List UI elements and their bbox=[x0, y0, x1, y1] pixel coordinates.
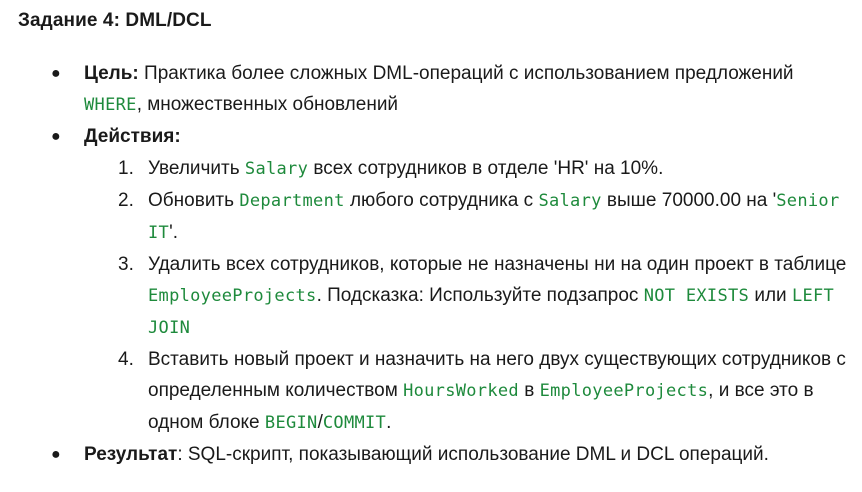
step-text: или bbox=[749, 285, 792, 306]
step-text: любого сотрудника с bbox=[344, 190, 539, 211]
step-text: Увеличить bbox=[148, 158, 245, 179]
step-number: 1. bbox=[118, 158, 134, 179]
code-salary: Salary bbox=[244, 159, 309, 179]
bullet-icon: ● bbox=[51, 128, 61, 145]
step-number: 2. bbox=[118, 190, 134, 211]
step-text: . bbox=[386, 412, 392, 433]
bullet-icon: ● bbox=[51, 65, 61, 82]
step-text: в bbox=[518, 380, 540, 401]
result-item: ● Результат: SQL-скрипт, показывающий ис… bbox=[18, 439, 784, 470]
step-3: 3. Удалить всех сотрудников, которые не … bbox=[84, 249, 848, 344]
actions-label: Действия: bbox=[84, 126, 181, 147]
goal-item: ● Цель: Практика более сложных DML-опера… bbox=[18, 58, 804, 121]
goal-text-end: , множественных обновлений bbox=[136, 94, 399, 115]
result-text: : SQL-скрипт, показывающий использование… bbox=[177, 444, 769, 465]
step-text: выше 70000.00 на ' bbox=[601, 190, 777, 211]
code-salary: Salary bbox=[538, 191, 602, 211]
step-number: 4. bbox=[118, 349, 134, 370]
step-text: '. bbox=[169, 222, 178, 243]
step-text: Обновить bbox=[148, 190, 240, 211]
step-text: Удалить всех сотрудников, которые не наз… bbox=[148, 254, 847, 275]
code-employee-projects: EmployeeProjects bbox=[539, 381, 709, 401]
code-hours-worked: HoursWorked bbox=[403, 381, 519, 401]
code-commit: COMMIT bbox=[322, 413, 387, 433]
actions-item: ● Действия: 1. Увеличить Salary всех сот… bbox=[18, 121, 846, 439]
goal-text: Практика более сложных DML-операций с ис… bbox=[138, 63, 794, 84]
code-not-exists: NOT EXISTS bbox=[643, 286, 750, 306]
task-bullet-list: ● Цель: Практика более сложных DML-опера… bbox=[18, 58, 862, 470]
code-begin: BEGIN bbox=[264, 413, 318, 433]
step-text: всех сотрудников в отделе 'HR' на 10%. bbox=[308, 158, 664, 179]
code-where: WHERE bbox=[84, 95, 137, 115]
document: Задание 4: DML/DCL ● Цель: Практика боле… bbox=[0, 0, 862, 492]
bullet-icon: ● bbox=[51, 446, 61, 463]
code-department: Department bbox=[239, 191, 345, 211]
result-label: Результат bbox=[84, 444, 178, 465]
actions-steps: 1. Увеличить Salary всех сотрудников в о… bbox=[84, 153, 846, 439]
step-1: 1. Увеличить Salary всех сотрудников в о… bbox=[84, 153, 848, 185]
step-4: 4. Вставить новый проект и назначить на … bbox=[84, 344, 848, 439]
step-number: 3. bbox=[118, 254, 134, 275]
goal-label: Цель: bbox=[84, 63, 139, 84]
task-title: Задание 4: DML/DCL bbox=[18, 10, 212, 31]
step-2: 2. Обновить Department любого сотрудника… bbox=[84, 185, 848, 249]
code-employee-projects: EmployeeProjects bbox=[148, 286, 317, 306]
step-text: . Подсказка: Используйте подзапрос bbox=[316, 285, 644, 306]
